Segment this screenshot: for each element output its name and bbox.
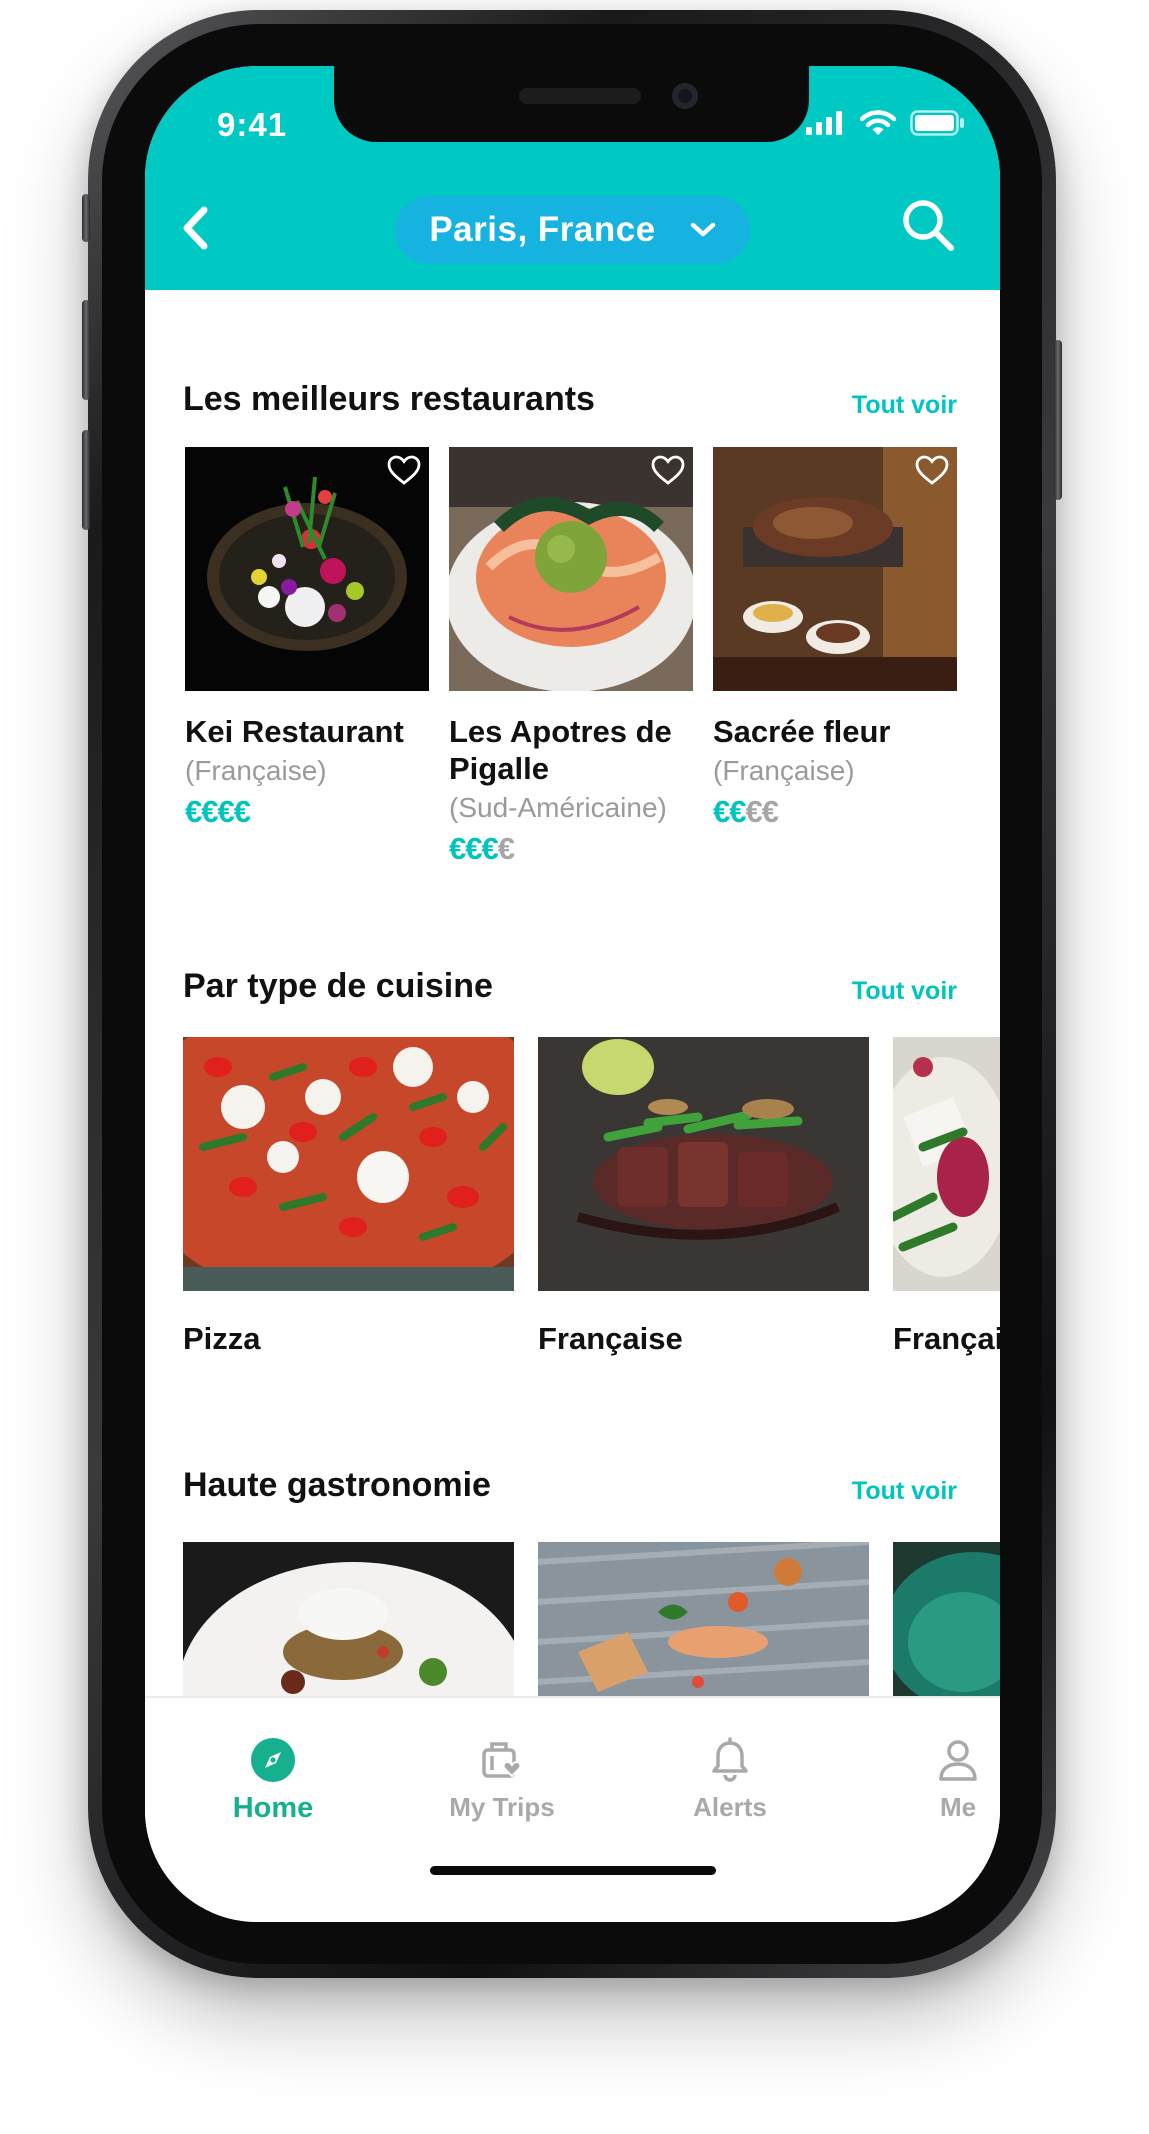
- restaurant-photo: [449, 447, 693, 691]
- price-active: €€€€: [185, 794, 251, 829]
- restaurant-cuisine: (Sud-Américaine): [449, 792, 667, 823]
- back-button[interactable]: [167, 200, 223, 256]
- cuisine-name: Française: [538, 1321, 683, 1356]
- front-camera: [672, 83, 698, 109]
- favorite-heart-icon[interactable]: [651, 455, 685, 485]
- tab-home-label: Home: [232, 1792, 314, 1824]
- bell-icon: [712, 1737, 748, 1782]
- silent-switch: [82, 194, 90, 242]
- battery-icon: [910, 110, 964, 136]
- restaurant-photo: [185, 447, 429, 691]
- home-indicator: [430, 1866, 716, 1875]
- cuisine-name: Pizza: [183, 1321, 261, 1356]
- volume-down-button: [82, 430, 90, 530]
- status-icons: [806, 110, 966, 136]
- bottom-tab-bar: Home My Trips Alerts Me: [145, 1696, 1000, 1922]
- price-level: €€€€: [185, 794, 429, 830]
- phone-frame: 9:41 Paris, France Les meilleurs restaur…: [82, 10, 1062, 1978]
- location-selector[interactable]: Paris, France: [395, 196, 750, 264]
- price-active: €€: [713, 794, 746, 829]
- cuisine-photo: [893, 1037, 1000, 1291]
- cellular-signal-icon: [806, 111, 842, 135]
- tab-alerts-label: Alerts: [693, 1792, 767, 1822]
- restaurant-cuisine: (Française): [185, 755, 327, 786]
- tab-alerts[interactable]: Alerts: [630, 1736, 830, 1823]
- restaurant-name: Kei Restaurant: [185, 714, 404, 749]
- search-icon: [903, 200, 954, 251]
- location-label: Paris, France: [429, 210, 656, 249]
- tab-my-trips-label: My Trips: [449, 1792, 555, 1822]
- status-time: 9:41: [217, 106, 288, 143]
- cuisine-types-title: Par type de cuisine: [183, 967, 493, 1005]
- gastronomy-card[interactable]: [183, 1542, 514, 1702]
- cuisine-photo: [183, 1037, 514, 1291]
- price-level: €€€€: [713, 794, 957, 830]
- cuisine-card[interactable]: Pizza: [183, 1037, 514, 1357]
- restaurant-photo: [713, 447, 957, 691]
- power-button: [1054, 340, 1062, 500]
- volume-up-button: [82, 300, 90, 400]
- restaurant-name: Sacrée fleur: [713, 714, 891, 749]
- search-button[interactable]: [896, 193, 960, 257]
- cuisine-card[interactable]: Française: [893, 1037, 1000, 1357]
- restaurant-cuisine: (Française): [713, 755, 855, 786]
- chevron-down-icon: [690, 222, 715, 237]
- chevron-left-icon: [183, 206, 208, 250]
- price-level: €€€€: [449, 831, 693, 867]
- earpiece-speaker: [519, 88, 641, 104]
- app-screen: 9:41 Paris, France Les meilleurs restaur…: [145, 66, 1000, 1922]
- cuisine-types-see-all-link[interactable]: Tout voir: [852, 977, 957, 1006]
- best-restaurants-title: Les meilleurs restaurants: [183, 380, 595, 418]
- gastronomy-photo: [893, 1542, 1000, 1702]
- gastronomy-card[interactable]: [893, 1542, 1000, 1702]
- price-active: €€€: [449, 831, 499, 866]
- compass-icon: [251, 1738, 295, 1782]
- notch: [334, 66, 809, 142]
- cuisine-photo: [538, 1037, 869, 1291]
- restaurant-name: Les Apotres de Pigalle: [449, 714, 672, 786]
- price-inactive: €: [497, 831, 515, 866]
- favorite-heart-icon[interactable]: [915, 455, 949, 485]
- gastronomy-card[interactable]: [538, 1542, 869, 1702]
- tab-me[interactable]: Me: [858, 1736, 1000, 1823]
- cuisine-name: Française: [893, 1321, 1000, 1356]
- wifi-icon: [860, 110, 896, 135]
- user-icon: [939, 1740, 977, 1781]
- haute-gastronomie-title: Haute gastronomie: [183, 1466, 491, 1504]
- price-inactive: €€: [745, 794, 778, 829]
- favorite-heart-icon[interactable]: [387, 455, 421, 485]
- gastronomy-photo: [183, 1542, 514, 1702]
- tab-my-trips[interactable]: My Trips: [402, 1736, 602, 1823]
- best-restaurants-see-all-link[interactable]: Tout voir: [852, 391, 957, 420]
- cuisine-card[interactable]: Française: [538, 1037, 869, 1357]
- restaurant-card[interactable]: Kei Restaurant (Française) €€€€: [185, 447, 429, 830]
- header-bar: 9:41 Paris, France: [145, 66, 1000, 290]
- gastronomy-photo: [538, 1542, 869, 1702]
- restaurant-card[interactable]: Les Apotres de Pigalle (Sud-Américaine) …: [449, 447, 693, 867]
- restaurant-card[interactable]: Sacrée fleur (Française) €€€€: [713, 447, 957, 830]
- luggage-icon: [482, 1742, 522, 1778]
- tab-me-label: Me: [939, 1792, 977, 1822]
- tab-home[interactable]: Home: [173, 1736, 373, 1825]
- haute-gastronomie-see-all-link[interactable]: Tout voir: [852, 1477, 957, 1506]
